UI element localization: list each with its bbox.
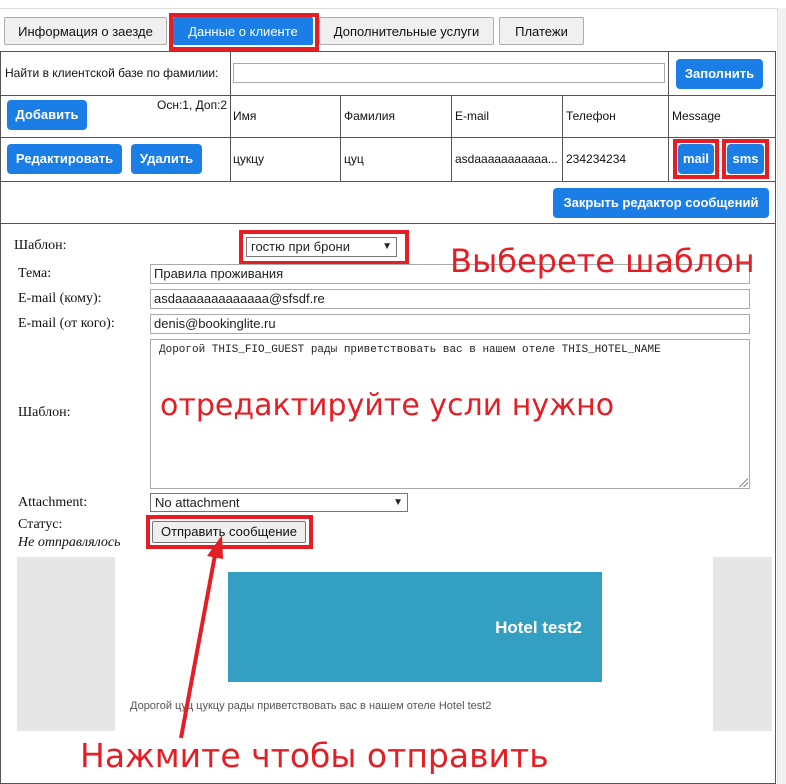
annotation-arrow [179,535,223,739]
